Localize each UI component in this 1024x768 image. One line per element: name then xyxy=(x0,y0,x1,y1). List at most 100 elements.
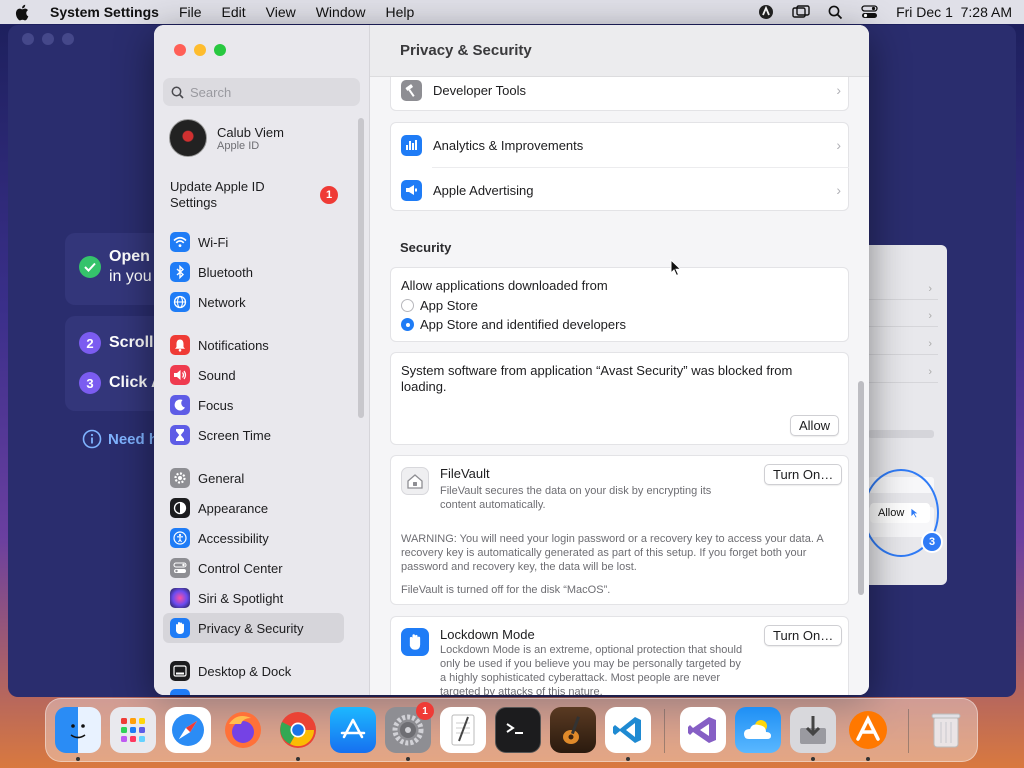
finder-icon[interactable] xyxy=(55,707,101,753)
chevron-right-icon: › xyxy=(836,82,841,98)
filevault-house-icon xyxy=(401,467,429,495)
app-name-menu[interactable]: System Settings xyxy=(50,4,159,20)
lockdown-turn-on-button[interactable]: Turn On… xyxy=(764,625,843,646)
menu-help[interactable]: Help xyxy=(386,4,415,20)
spotlight-search-icon[interactable] xyxy=(828,5,843,20)
filevault-status: FileVault is turned off for the disk “Ma… xyxy=(401,584,611,596)
sidebar-item-appearance[interactable]: Appearance xyxy=(163,493,344,523)
safari-icon[interactable] xyxy=(165,707,211,753)
menu-view[interactable]: View xyxy=(266,4,296,20)
zoom-button[interactable] xyxy=(214,44,226,56)
sidebar-item-sound[interactable]: Sound xyxy=(163,360,344,390)
sidebar-item-control-center[interactable]: Control Center xyxy=(163,553,344,583)
filevault-title: FileVault xyxy=(440,466,490,481)
sidebar-item-label: Network xyxy=(198,294,246,310)
profile-name: Calub Viem xyxy=(217,124,284,140)
filevault-description: FileVault secures the data on your disk … xyxy=(440,485,712,511)
dock-icon xyxy=(170,661,190,681)
trash-icon[interactable] xyxy=(923,707,969,753)
garageband-icon[interactable] xyxy=(550,707,596,753)
step-card-open: Open in you xyxy=(65,233,165,305)
sidebar-item-siri-spotlight[interactable]: Siri & Spotlight xyxy=(163,583,344,613)
filevault-card: FileVault FileVault secures the data on … xyxy=(390,455,849,605)
apple-menu-icon[interactable] xyxy=(12,3,30,21)
menu-window[interactable]: Window xyxy=(316,4,366,20)
firefox-icon[interactable] xyxy=(220,707,266,753)
sidebar-scrollbar[interactable] xyxy=(358,118,364,418)
search-icon xyxy=(171,86,184,99)
update-apple-id-settings[interactable]: Update Apple ID Settings xyxy=(170,179,290,211)
radio-label: App Store and identified developers xyxy=(420,317,626,332)
content-scrollbar[interactable] xyxy=(858,381,864,595)
terminal-icon[interactable] xyxy=(495,707,541,753)
sidebar-item-network[interactable]: Network xyxy=(163,287,344,317)
moon-icon xyxy=(170,395,190,415)
vscode-icon[interactable] xyxy=(605,707,651,753)
menu-edit[interactable]: Edit xyxy=(222,4,246,20)
sidebar-item-accessibility[interactable]: Accessibility xyxy=(163,523,344,553)
search-box[interactable] xyxy=(163,78,360,106)
blocked-message: System software from application “Avast … xyxy=(401,363,793,394)
sidebar-item-label: Bluetooth xyxy=(198,264,253,280)
clock-datetime[interactable]: Fri Dec 1 7:28 AM xyxy=(896,4,1012,20)
screen-mirroring-icon[interactable] xyxy=(792,5,810,19)
sidebar-item-bluetooth[interactable]: Bluetooth xyxy=(163,257,344,287)
control-center-icon[interactable] xyxy=(861,5,878,19)
close-button[interactable] xyxy=(174,44,186,56)
sidebar-item-label: Siri & Spotlight xyxy=(198,590,284,606)
siri-icon xyxy=(170,588,190,608)
minimize-button[interactable] xyxy=(194,44,206,56)
radio-app-store-identified-control[interactable] xyxy=(401,318,414,331)
search-input[interactable] xyxy=(190,84,350,100)
launchpad-icon[interactable] xyxy=(110,707,156,753)
avast-status-icon[interactable] xyxy=(758,4,774,20)
update-badge: 1 xyxy=(320,186,338,204)
radio-app-store[interactable]: App Store xyxy=(401,298,478,313)
sidebar-item-screen-time[interactable]: Screen Time xyxy=(163,420,344,450)
wifi-icon xyxy=(170,232,190,252)
preview-allow-button: Allow xyxy=(870,503,930,523)
apple-advertising-row[interactable]: Apple Advertising › xyxy=(401,168,841,212)
filevault-turn-on-button[interactable]: Turn On… xyxy=(764,464,843,485)
window-controls xyxy=(174,44,226,56)
lockdown-mode-card: Lockdown Mode Lockdown Mode is an extrem… xyxy=(390,616,849,695)
textedit-icon[interactable] xyxy=(440,707,486,753)
accessibility-icon xyxy=(170,528,190,548)
row-label: Apple Advertising xyxy=(433,182,534,198)
sidebar-item-desktop-dock[interactable]: Desktop & Dock xyxy=(163,656,344,686)
need-help-text: Need h xyxy=(108,430,159,448)
apple-id-profile[interactable]: Calub Viem Apple ID xyxy=(169,119,284,157)
step-open-text-2: in you xyxy=(109,268,152,285)
analytics-improvements-row[interactable]: Analytics & Improvements › xyxy=(401,123,841,167)
step-card-scroll-click: 2 Scroll 3 Click A xyxy=(65,316,165,411)
radio-app-store-control[interactable] xyxy=(401,299,414,312)
allow-button[interactable]: Allow xyxy=(790,415,840,436)
hand-icon xyxy=(170,618,190,638)
lockdown-description: Lockdown Mode is an extreme, optional pr… xyxy=(440,644,743,695)
sidebar-item-focus[interactable]: Focus xyxy=(163,390,344,420)
filevault-warning: WARNING: You will need your login passwo… xyxy=(401,533,824,573)
appstore-icon[interactable] xyxy=(330,707,376,753)
chrome-icon[interactable] xyxy=(275,707,321,753)
bluetooth-icon xyxy=(170,262,190,282)
weather-icon[interactable] xyxy=(735,707,781,753)
menu-file[interactable]: File xyxy=(179,4,202,20)
sidebar-item-wifi[interactable]: Wi-Fi xyxy=(163,227,344,257)
row-label: Developer Tools xyxy=(433,82,526,98)
sidebar-item-label: Control Center xyxy=(198,560,283,576)
sidebar-item-label: Notifications xyxy=(198,337,269,353)
sidebar-item-notifications[interactable]: Notifications xyxy=(163,330,344,360)
sidebar-item-label: Focus xyxy=(198,397,234,413)
info-icon xyxy=(82,429,102,449)
avast-icon[interactable] xyxy=(845,707,891,753)
radio-app-store-identified[interactable]: App Store and identified developers xyxy=(401,317,626,332)
security-section-title: Security xyxy=(400,240,452,255)
installer-icon[interactable] xyxy=(790,707,836,753)
need-help-link[interactable]: Need h xyxy=(82,429,158,449)
hourglass-icon xyxy=(170,425,190,445)
chevron-right-icon: › xyxy=(836,137,841,153)
sidebar-item-general[interactable]: General xyxy=(163,463,344,493)
lockdown-hand-icon xyxy=(401,628,429,656)
visual-studio-icon[interactable] xyxy=(680,707,726,753)
sidebar-item-privacy-security[interactable]: Privacy & Security xyxy=(163,613,344,643)
